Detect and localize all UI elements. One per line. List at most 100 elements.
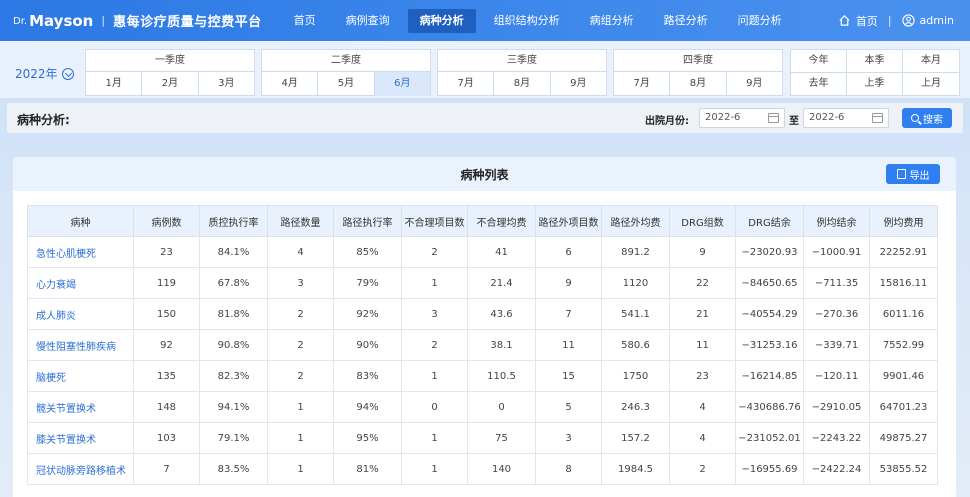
month-button[interactable]: 9月 xyxy=(551,72,606,96)
export-icon xyxy=(896,169,906,179)
table-cell: 84.1% xyxy=(199,236,268,268)
table-cell: 1 xyxy=(267,422,334,454)
table-cell: 1 xyxy=(401,453,468,485)
disease-name-link[interactable]: 急性心肌梗死 xyxy=(27,236,134,268)
table-cell: −711.35 xyxy=(803,267,870,299)
nav-item-case-query[interactable]: 病例查询 xyxy=(334,9,402,33)
nav-item-issue-analysis[interactable]: 问题分析 xyxy=(726,9,794,33)
table-cell: 140 xyxy=(467,453,536,485)
table-cell: −339.71 xyxy=(803,329,870,361)
disease-name-link[interactable]: 慢性阻塞性肺疾病 xyxy=(27,329,134,361)
table-cell: 81% xyxy=(333,453,402,485)
table-cell: 79% xyxy=(333,267,402,299)
table-cell: −23020.93 xyxy=(735,236,804,268)
quarter-title[interactable]: 一季度 xyxy=(86,50,254,72)
month-button[interactable]: 8月 xyxy=(670,72,727,96)
disease-name-link[interactable]: 髋关节置换术 xyxy=(27,391,134,423)
table-cell: −40554.29 xyxy=(735,298,804,330)
nav-item-home[interactable]: 首页 xyxy=(282,9,328,33)
quick-this-month[interactable]: 本月 xyxy=(903,50,959,73)
disease-name-link[interactable]: 脑梗死 xyxy=(27,360,134,392)
quick-this-year[interactable]: 今年 xyxy=(791,50,847,73)
column-header: 不合理项目数 xyxy=(401,205,468,237)
search-icon xyxy=(911,114,919,122)
month-button[interactable]: 8月 xyxy=(494,72,551,96)
top-navigation-bar: Dr. Mayson | 惠每诊疗质量与控费平台 首页 病例查询 病种分析 组织… xyxy=(0,0,970,41)
panel-title: 病种列表 xyxy=(460,168,509,182)
table-cell: 148 xyxy=(133,391,200,423)
column-header: 病种 xyxy=(27,205,134,237)
column-header: 不合理均费 xyxy=(467,205,536,237)
export-button[interactable]: 导出 xyxy=(886,164,940,184)
year-dropdown[interactable]: 2022年 xyxy=(15,65,74,82)
search-button[interactable]: 搜索 xyxy=(902,108,952,128)
nav-item-path-analysis[interactable]: 路径分析 xyxy=(652,9,720,33)
nav-item-org-analysis[interactable]: 组织结构分析 xyxy=(482,9,572,33)
month-button[interactable]: 2月 xyxy=(142,72,199,96)
quarter-title[interactable]: 三季度 xyxy=(438,50,606,72)
user-separator: | xyxy=(887,14,892,27)
table-row: 成人肺炎 150 81.8% 2 92% 3 43.6 7 541.1 21 −40554.29 −2… xyxy=(27,298,938,330)
home-icon[interactable] xyxy=(838,14,851,27)
table-cell: 2 xyxy=(401,329,468,361)
disease-name-link[interactable]: 心力衰竭 xyxy=(27,267,134,299)
quarter-title[interactable]: 四季度 xyxy=(614,50,782,72)
table-cell: −16214.85 xyxy=(735,360,804,392)
table-cell: 7 xyxy=(133,453,200,485)
month-button[interactable]: 5月 xyxy=(318,72,375,96)
table-cell: 0 xyxy=(401,391,468,423)
month-button[interactable]: 4月 xyxy=(262,72,319,96)
home-link[interactable]: 首页 xyxy=(856,13,878,29)
table-cell: 9901.46 xyxy=(869,360,938,392)
username[interactable]: admin xyxy=(920,14,954,27)
quarter-2: 二季度 4月 5月 6月 xyxy=(261,49,431,96)
quarter-1: 一季度 1月 2月 3月 xyxy=(85,49,255,96)
table-row: 心力衰竭 119 67.8% 3 79% 1 21.4 9 1120 22 −84650.65 −71… xyxy=(27,267,938,299)
table-cell: 2 xyxy=(669,453,736,485)
discharge-month-label: 出院月份: xyxy=(645,116,689,127)
table-cell: 6 xyxy=(535,236,602,268)
column-header: 质控执行率 xyxy=(199,205,268,237)
quick-last-quarter[interactable]: 上季 xyxy=(847,73,903,95)
table-cell: 6011.16 xyxy=(869,298,938,330)
table-cell: 3 xyxy=(267,267,334,299)
calendar-icon xyxy=(872,113,883,123)
brand-logo[interactable]: Dr. Mayson | 惠每诊疗质量与控费平台 xyxy=(0,0,262,41)
table-cell: 7 xyxy=(535,298,602,330)
table-cell: 21 xyxy=(669,298,736,330)
month-button[interactable]: 3月 xyxy=(199,72,254,96)
column-header: 例均费用 xyxy=(869,205,938,237)
month-button[interactable]: 9月 xyxy=(727,72,782,96)
month-button[interactable]: 7月 xyxy=(614,72,671,96)
table-cell: 4 xyxy=(267,236,334,268)
table-cell: 53855.52 xyxy=(869,453,938,485)
table-cell: −16955.69 xyxy=(735,453,804,485)
nav-item-group-analysis[interactable]: 病组分析 xyxy=(578,9,646,33)
month-button[interactable]: 1月 xyxy=(86,72,143,96)
table-cell: 3 xyxy=(401,298,468,330)
quarter-title[interactable]: 二季度 xyxy=(262,50,430,72)
disease-name-link[interactable]: 冠状动脉旁路移植术 xyxy=(27,453,134,485)
table-cell: 1 xyxy=(401,422,468,454)
table-cell: 43.6 xyxy=(467,298,536,330)
quarter-4: 四季度 7月 8月 9月 xyxy=(613,49,783,96)
disease-name-link[interactable]: 成人肺炎 xyxy=(27,298,134,330)
quick-last-month[interactable]: 上月 xyxy=(903,73,959,95)
table-cell: 9 xyxy=(535,267,602,299)
start-month-input[interactable]: 2022-6 xyxy=(699,108,785,128)
nav-item-disease-analysis[interactable]: 病种分析 xyxy=(407,8,476,33)
search-label: 搜索 xyxy=(923,114,943,126)
table-cell: 67.8% xyxy=(199,267,268,299)
month-button[interactable]: 7月 xyxy=(438,72,495,96)
platform-title: 惠每诊疗质量与控费平台 xyxy=(113,15,262,30)
end-month-value: 2022-6 xyxy=(809,112,845,123)
table-cell: 22252.91 xyxy=(869,236,938,268)
table-cell: 21.4 xyxy=(467,267,536,299)
filter-bar: 病种分析: 出院月份: 2022-6 至 2022-6 搜索 xyxy=(7,103,963,133)
table-cell: 11 xyxy=(669,329,736,361)
disease-name-link[interactable]: 膝关节置换术 xyxy=(27,422,134,454)
quick-this-quarter[interactable]: 本季 xyxy=(847,50,903,73)
month-button-selected[interactable]: 6月 xyxy=(374,72,430,96)
end-month-input[interactable]: 2022-6 xyxy=(803,108,889,128)
quick-last-year[interactable]: 去年 xyxy=(791,73,847,95)
